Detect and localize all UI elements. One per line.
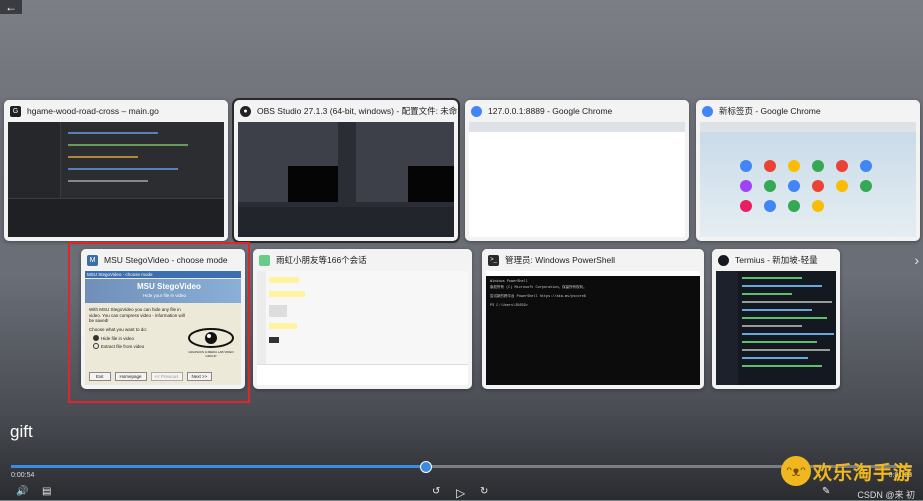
chrome-icon	[702, 105, 713, 117]
window-powershell[interactable]: >_ 管理员: Windows PowerShell Windows Power…	[482, 249, 704, 389]
shortcut-tile-icon	[836, 180, 848, 192]
watermark-text: 欢乐淘手游	[812, 462, 913, 484]
window-thumbnail	[700, 122, 916, 237]
shortcut-tile-icon	[788, 200, 800, 212]
watermark-logo: ᵔᴥᵔ 欢乐淘手游	[780, 456, 913, 486]
window-title: hgame-wood-road-cross – main.go	[27, 106, 159, 116]
window-title: Termius - 新加坡-轻量	[735, 255, 818, 265]
chrome-icon	[471, 105, 482, 117]
back-arrow-icon: ←	[5, 0, 17, 14]
shortcut-tile-icon	[812, 160, 824, 172]
progress-bar[interactable]	[11, 461, 912, 473]
powershell-icon: >_	[488, 254, 499, 266]
shortcut-tile-icon	[740, 160, 752, 172]
pen-icon[interactable]: ✎	[822, 486, 830, 497]
shortcut-tile-icon	[740, 200, 752, 212]
forward-icon[interactable]: ↻	[480, 486, 488, 497]
window-thumbnail	[238, 122, 454, 237]
window-chrome-localhost[interactable]: 127.0.0.1:8889 - Google Chrome	[465, 100, 689, 241]
csdn-credit: CSDN @来 初	[857, 490, 915, 500]
play-icon[interactable]: ▷	[456, 486, 465, 500]
selection-highlight	[68, 242, 250, 403]
window-thumbnail	[469, 122, 685, 237]
shortcut-tile-icon	[764, 200, 776, 212]
window-thumbnail	[716, 271, 836, 385]
window-obs[interactable]: ● OBS Studio 27.1.3 (64-bit, windows) - …	[232, 98, 460, 243]
shortcut-tile-icon	[764, 160, 776, 172]
shortcut-tile-icon	[836, 160, 848, 172]
current-time: 0:00:54	[11, 472, 35, 479]
rewind-icon[interactable]: ↺	[432, 486, 440, 497]
window-termius[interactable]: Termius - 新加坡-轻量	[712, 249, 840, 389]
window-title: 新标签页 - Google Chrome	[719, 106, 821, 116]
smiley-icon: ᵔᴥᵔ	[780, 456, 811, 486]
shortcut-tile-icon	[860, 160, 872, 172]
termius-icon	[718, 254, 729, 266]
shortcut-tile-icon	[764, 180, 776, 192]
window-title: 管理员: Windows PowerShell	[505, 255, 616, 265]
window-title: OBS Studio 27.1.3 (64-bit, windows) - 配置…	[257, 106, 458, 116]
window-chrome-newtab[interactable]: 新标签页 - Google Chrome	[696, 100, 920, 241]
video-caption: gift	[10, 422, 33, 441]
window-thumbnail	[8, 122, 224, 237]
progress-knob[interactable]	[420, 461, 433, 473]
subtitle-icon[interactable]: ▤	[42, 486, 51, 497]
back-button[interactable]: ←	[0, 0, 22, 14]
window-chat[interactable]: 雨虹小朋友等166个会话	[253, 249, 472, 389]
shortcut-tile-icon	[812, 180, 824, 192]
window-title: 127.0.0.1:8889 - Google Chrome	[488, 106, 613, 116]
shortcut-tile-icon	[740, 180, 752, 192]
goland-icon: G	[10, 105, 21, 117]
window-thumbnail: Windows PowerShell 版权所有 (C) Microsoft Co…	[486, 271, 700, 385]
window-goland[interactable]: G hgame-wood-road-cross – main.go	[4, 100, 228, 241]
chevron-right-icon[interactable]: ›	[914, 252, 919, 268]
window-title: 雨虹小朋友等166个会话	[276, 255, 367, 265]
progress-fill	[11, 465, 426, 468]
obs-icon: ●	[240, 105, 251, 117]
window-thumbnail	[257, 271, 468, 385]
volume-icon[interactable]: 🔊	[16, 486, 28, 497]
shortcut-tile-icon	[788, 180, 800, 192]
shortcut-tile-icon	[788, 160, 800, 172]
chat-icon	[259, 254, 270, 266]
shortcut-tile-icon	[860, 180, 872, 192]
shortcut-tile-icon	[812, 200, 824, 212]
